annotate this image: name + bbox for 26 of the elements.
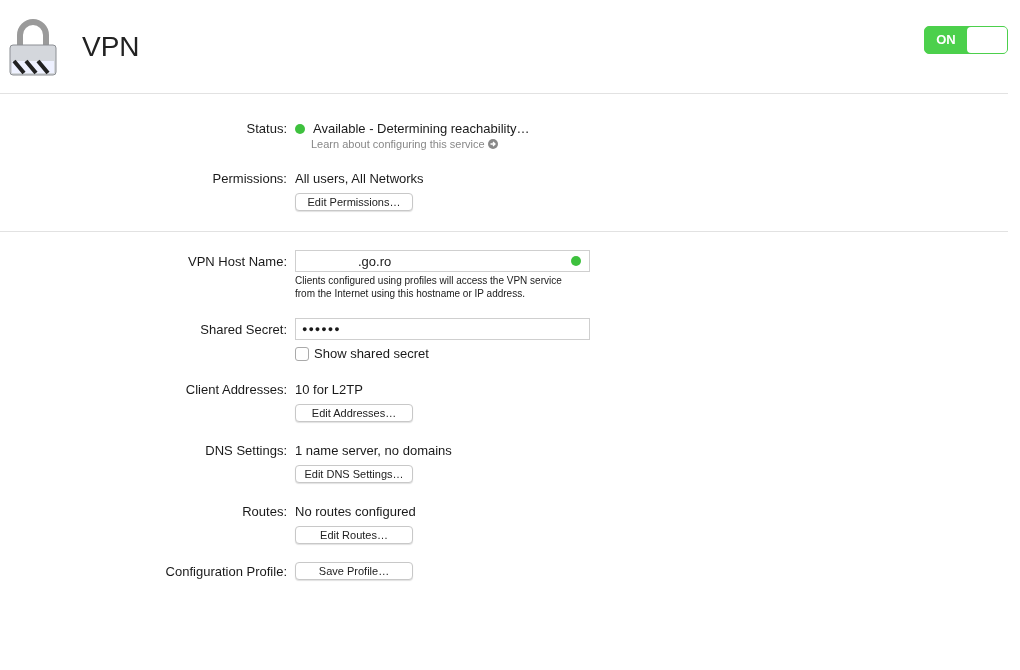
status-text: Available - Determining reachability… [313, 121, 530, 137]
secret-field[interactable]: ●●●●●● [295, 318, 590, 340]
help-text: Clients configured using profiles will access the VPN service from the Internet using this hostname or IP address. [295, 274, 562, 300]
help-link[interactable]: Learn about configuring this service [311, 138, 498, 150]
field-label: VPN Host Name: [187, 253, 287, 270]
edit-button[interactable]: Edit Permissions… [295, 193, 413, 211]
field-value: No routes configured [295, 503, 416, 520]
save-button[interactable]: Save Profile… [295, 562, 413, 580]
field-label: Routes: [241, 503, 287, 520]
arrow-circle-icon [487, 139, 498, 149]
show-secret-checkbox[interactable]: Show shared secret [295, 346, 429, 361]
field-label: Permissions: [211, 170, 287, 187]
field-value: 10 for L2TP [295, 381, 363, 398]
field-label: DNS Settings: [204, 442, 287, 459]
hostname-field[interactable]: .go.ro [295, 250, 590, 272]
field-value: All users, All Networks [295, 170, 424, 187]
field-label: Status: [245, 120, 287, 137]
field-label: Configuration Profile: [164, 563, 287, 580]
edit-button[interactable]: Edit Addresses… [295, 404, 413, 422]
field-label: Client Addresses: [184, 381, 287, 398]
edit-button[interactable]: Edit Routes… [295, 526, 413, 544]
field-label: Shared Secret: [199, 321, 287, 338]
padlock-icon [8, 16, 58, 77]
field-value: 1 name server, no domains [295, 442, 452, 459]
page-title: VPN [82, 30, 141, 63]
edit-button[interactable]: Edit DNS Settings… [295, 465, 413, 483]
